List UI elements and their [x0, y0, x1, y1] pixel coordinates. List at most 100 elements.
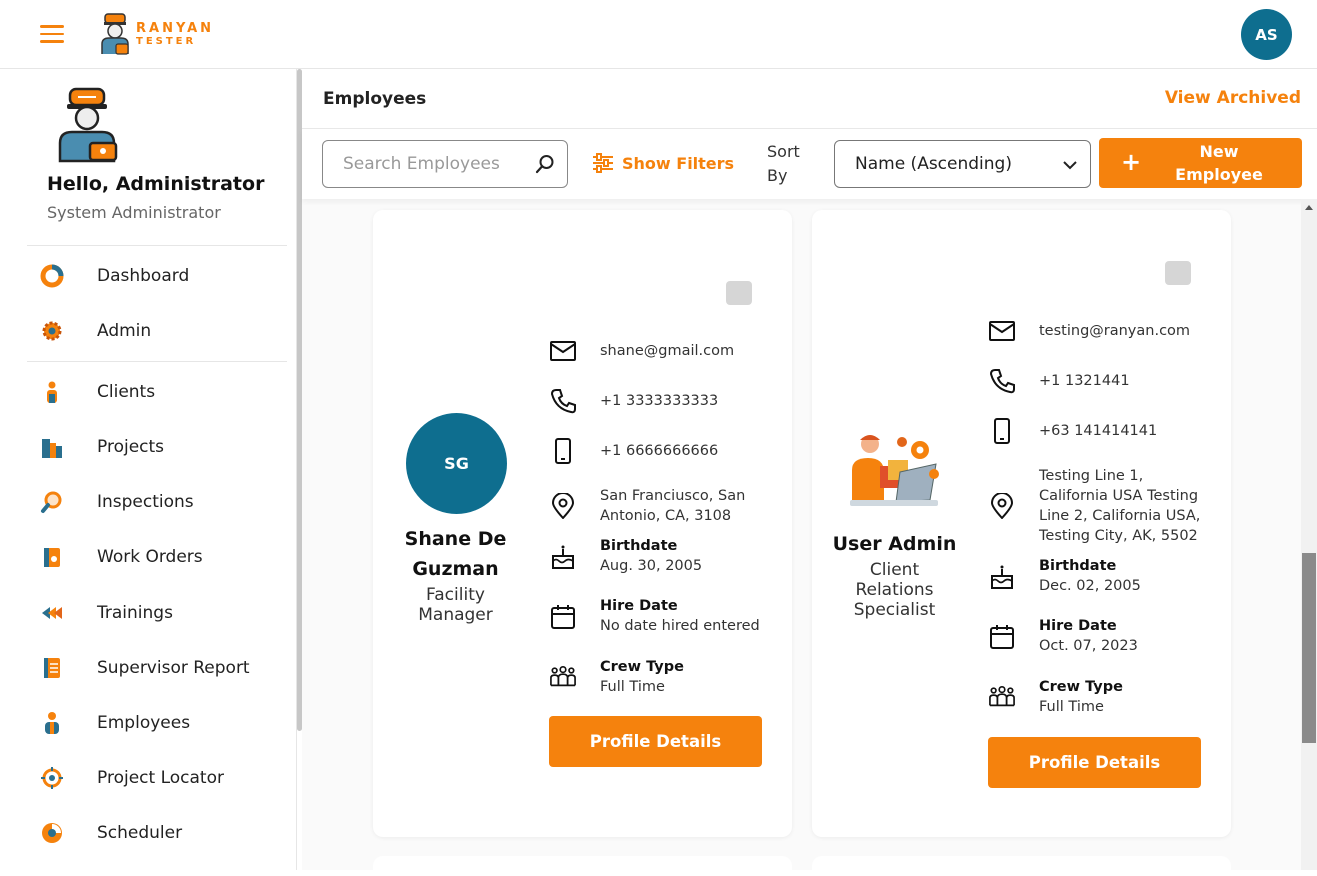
sidebar-item-work-orders[interactable]: Work Orders	[0, 537, 297, 577]
dashboard-icon	[40, 264, 64, 288]
profile-details-button[interactable]: Profile Details	[988, 737, 1201, 788]
employee-illustration-icon	[850, 435, 939, 506]
employee-hire-date: Hire Date No date hired entered	[600, 596, 760, 636]
logo-text: RANYAN TESTER	[136, 22, 214, 48]
crew-type-value: Full Time	[600, 679, 665, 695]
phone-icon	[550, 389, 576, 414]
crew-type-label: Crew Type	[600, 659, 684, 675]
profile-details-button[interactable]: Profile Details	[549, 716, 762, 767]
select-checkbox[interactable]	[726, 281, 752, 305]
sidebar-item-inspections[interactable]: Inspections	[0, 482, 297, 522]
magnifier-icon	[41, 491, 62, 513]
page-title: Employees	[323, 89, 427, 109]
employee-email: shane@gmail.com	[600, 343, 735, 359]
sidebar-item-label: Employees	[97, 713, 191, 733]
address-line1: Testing Line 1,	[1039, 468, 1144, 484]
greeting: Hello, Administrator	[47, 173, 265, 195]
employee-role-line2: Manager	[418, 605, 493, 625]
client-icon	[47, 381, 57, 403]
hamburger-menu-icon[interactable]	[40, 25, 64, 43]
hire-date-value: No date hired entered	[600, 618, 760, 634]
employee-crew-type: Crew Type Full Time	[600, 657, 684, 697]
employee-card-partial	[812, 856, 1231, 876]
employee-mobile: +63 141414141	[1039, 423, 1158, 439]
logo-line1: RANYAN	[136, 21, 215, 36]
hire-date-label: Hire Date	[600, 598, 678, 614]
select-checkbox[interactable]	[1165, 261, 1191, 285]
address-line1: San Franciusco, San	[600, 488, 746, 504]
show-filters-button[interactable]: Show Filters	[592, 153, 734, 173]
chevron-down-icon	[1063, 161, 1077, 170]
sidebar-item-supervisor-report[interactable]: Supervisor Report	[0, 648, 297, 688]
sidebar-item-clients[interactable]: Clients	[0, 372, 297, 412]
sidebar-item-label: Scheduler	[97, 823, 183, 843]
birthdate-value: Aug. 30, 2005	[600, 558, 703, 574]
main-scrollbar[interactable]	[1301, 199, 1317, 870]
employee-hire-date: Hire Date Oct. 07, 2023	[1039, 616, 1138, 656]
calendar-icon	[990, 625, 1014, 649]
filter-sliders-icon	[593, 153, 613, 173]
crew-group-icon	[989, 685, 1015, 707]
scrollbar-thumb[interactable]	[1302, 553, 1316, 743]
address-line2: Antonio, CA, 3108	[600, 508, 732, 524]
logo-line2: TESTER	[136, 36, 197, 47]
employee-crew-type: Crew Type Full Time	[1039, 677, 1123, 717]
crew-type-value: Full Time	[1039, 699, 1104, 715]
training-icon	[42, 607, 62, 619]
view-archived-link[interactable]: View Archived	[1165, 88, 1301, 108]
sidebar-item-label: Clients	[97, 382, 156, 402]
tester-mascot-icon	[101, 13, 129, 55]
birthday-cake-icon	[991, 565, 1013, 589]
employee-address: Testing Line 1, California USA Testing Lin…	[1039, 466, 1200, 546]
address-line2: California USA Testing	[1039, 488, 1199, 504]
sidebar-item-trainings[interactable]: Trainings	[0, 593, 297, 633]
new-employee-label: New Employee	[1159, 140, 1279, 186]
plus-icon: +	[1121, 148, 1142, 176]
sidebar-item-label: Project Locator	[97, 768, 224, 788]
employee-role: Client Relations Specialist	[822, 560, 967, 620]
employee-email: testing@ranyan.com	[1039, 323, 1191, 339]
sidebar-item-label: Dashboard	[97, 266, 190, 286]
employees-icon	[45, 712, 59, 734]
sidebar-item-project-locator[interactable]: Project Locator	[0, 758, 297, 798]
sort-by-label: Sort By	[767, 140, 800, 188]
scroll-up-arrow-icon[interactable]	[1305, 205, 1313, 210]
sidebar-item-scheduler[interactable]: Scheduler	[0, 813, 297, 853]
divider	[27, 245, 287, 246]
employee-birthdate: Birthdate Aug. 30, 2005	[600, 536, 702, 576]
employee-name-line2: Guzman	[412, 558, 499, 580]
employee-role-line2: Relations	[855, 580, 934, 600]
sort-by-line2: By	[767, 166, 788, 185]
employee-role-line3: Specialist	[853, 600, 936, 620]
phone-icon	[989, 369, 1015, 394]
user-avatar[interactable]: AS	[1241, 9, 1292, 60]
toolbar: Show Filters Sort By Name (Ascending) + N…	[302, 129, 1317, 199]
search-input[interactable]	[323, 141, 523, 187]
new-employee-button[interactable]: + New Employee	[1099, 138, 1302, 188]
sidebar-item-dashboard[interactable]: Dashboard	[0, 256, 297, 296]
email-icon	[550, 341, 576, 361]
search-icon[interactable]	[535, 154, 555, 174]
employee-card-partial	[373, 856, 792, 876]
hire-date-value: Oct. 07, 2023	[1039, 638, 1138, 654]
sidebar-item-admin[interactable]: Admin	[0, 311, 297, 351]
sidebar-item-projects[interactable]: Projects	[0, 427, 297, 467]
employee-role-line1: Facility	[426, 585, 485, 605]
crew-type-label: Crew Type	[1039, 679, 1123, 695]
employee-avatar: SG	[406, 413, 507, 514]
buildings-icon	[42, 439, 62, 458]
top-bar: RANYAN TESTER AS	[0, 0, 1317, 69]
employee-card: User Admin Client Relations Specialist tes…	[812, 210, 1231, 837]
work-order-icon	[44, 548, 60, 567]
employee-role-line1: Client	[869, 560, 920, 580]
employee-address: San Franciusco, San Antonio, CA, 3108	[600, 486, 745, 526]
birthday-cake-icon	[552, 545, 574, 569]
address-line3: Line 2, California USA,	[1039, 508, 1201, 524]
address-line4: Testing City, AK, 5502	[1039, 528, 1198, 544]
sidebar-item-label: Work Orders	[97, 547, 203, 567]
email-icon	[989, 321, 1015, 341]
sidebar-item-employees[interactable]: Employees	[0, 703, 297, 743]
app-logo[interactable]: RANYAN TESTER	[98, 12, 228, 58]
employee-name: Shane De Guzman	[383, 524, 528, 584]
sort-select[interactable]: Name (Ascending)	[834, 140, 1091, 188]
